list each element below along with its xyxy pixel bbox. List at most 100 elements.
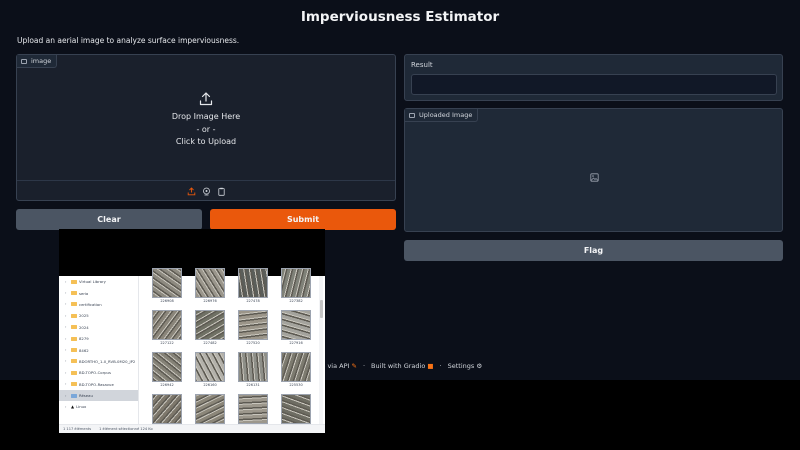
tree-item[interactable]: › 8462 [59,344,138,355]
uploaded-image-label: Uploaded Image [405,109,479,122]
aerial-thumbnail [195,268,225,298]
thumbnail-filename: 226131 [246,383,260,387]
image-placeholder-icon [590,167,599,182]
tree-item[interactable]: › BDORTHO_1-0_RVB-0M20_JP2 [59,356,138,367]
chevron-right-icon[interactable]: › [65,325,69,329]
folder-tree: › Virtual Library › seria › certification › 202… [59,276,139,424]
image-file-item[interactable]: 227382 [279,268,313,303]
aerial-thumbnail [152,352,182,382]
tree-item[interactable]: › 2025 [59,310,138,321]
aerial-thumbnail [152,268,182,298]
upload-arrow-icon [198,91,214,107]
file-browser-statusbar: 1 117 éléments 1 élément sélectionné 124… [59,424,325,433]
folder-icon [71,393,77,398]
folder-icon [71,336,77,341]
tree-item[interactable]: › certification [59,299,138,310]
uploaded-image-label-text: Uploaded Image [419,111,473,119]
image-upload-dropzone[interactable]: image Drop Image Here - or - Click to Up… [16,54,396,201]
chevron-right-icon[interactable]: › [65,302,69,306]
tree-item[interactable]: › BD-TOPO-Corpus [59,367,138,378]
chevron-right-icon[interactable]: › [65,359,69,363]
footer-separator: · [439,362,442,370]
image-input-label: image [17,55,58,68]
folder-icon [71,325,77,330]
tree-item[interactable]: › 8279 [59,333,138,344]
image-file-item[interactable]: 225530 [279,352,313,387]
upload-icon[interactable] [187,186,196,196]
aerial-thumbnail [238,394,268,424]
tree-item[interactable]: › seria [59,287,138,298]
chevron-right-icon[interactable]: › [65,371,69,375]
folder-icon [71,313,77,318]
folder-icon [71,370,77,375]
chevron-right-icon[interactable]: › [65,405,69,409]
chevron-right-icon[interactable]: › [65,280,69,284]
tree-item-label: BD-TOPO-Rasavue [79,381,114,387]
tree-item[interactable]: › Virtual Library [59,276,138,287]
page-subtitle: Upload an aerial image to analyze surfac… [17,36,240,45]
aerial-thumbnail [195,310,225,340]
thumbnail-filename: 226160 [203,383,217,387]
image-icon [21,58,27,64]
flag-button[interactable]: Flag [404,240,783,261]
image-file-item[interactable]: 227478 [236,268,270,303]
linux-icon: ▲ [71,404,75,410]
image-file-item[interactable]: 227520 [236,310,270,345]
thumbnail-grid: 226908 226976 227478 227382 227122 227482 2275… [143,268,317,429]
result-textbox[interactable] [411,74,777,95]
aerial-thumbnail [281,394,311,424]
uploaded-image-panel: Uploaded Image [404,108,783,232]
click-to-upload-text: Click to Upload [175,137,237,146]
chevron-right-icon[interactable]: › [65,394,69,398]
tree-item[interactable]: › ▲ Linux [59,401,138,412]
tree-item[interactable]: › BD-TOPO-Rasavue [59,379,138,390]
aerial-thumbnail [281,352,311,382]
thumbnail-filename: 225530 [289,383,303,387]
tree-item-label: certification [79,301,102,307]
selection-info: 1 élément sélectionné 124 Ko [99,427,153,431]
gear-icon: ⚙ [476,362,483,370]
folder-icon [71,382,77,387]
folder-icon [71,291,77,296]
clear-button[interactable]: Clear [16,209,202,230]
file-browser-overlay: › Virtual Library › seria › certification › 202… [59,229,325,433]
tree-item-label: 8462 [79,347,89,353]
chevron-right-icon[interactable]: › [65,382,69,386]
tree-item[interactable]: › Réseau [59,389,138,402]
image-file-item[interactable]: 227482 [193,310,227,345]
webcam-icon[interactable] [202,187,211,196]
tree-item[interactable]: › 2024 [59,322,138,333]
folder-icon [71,348,77,353]
thumbnail-filename: 227482 [203,341,217,345]
file-browser-scrollbar[interactable] [319,276,323,424]
image-file-item[interactable]: 227916 [279,310,313,345]
upload-source-toolbar [17,180,395,201]
drop-image-text: Drop Image Here [171,112,241,121]
chevron-right-icon[interactable]: › [65,337,69,341]
image-file-item[interactable]: 227122 [150,310,184,345]
image-file-item[interactable]: 226908 [150,268,184,303]
settings-link[interactable]: Settings ⚙ [448,362,483,370]
footer: se via API ✎ · Built with Gradio ■ · Set… [318,362,482,370]
tree-item-label: 2025 [79,313,89,319]
aerial-thumbnail [281,310,311,340]
aerial-thumbnail [238,268,268,298]
chevron-right-icon[interactable]: › [65,291,69,295]
scrollbar-thumb[interactable] [319,300,323,318]
image-file-item[interactable]: 226160 [193,352,227,387]
thumbnail-filename: 227122 [160,341,174,345]
folder-icon [71,302,77,307]
clipboard-icon[interactable] [217,187,226,196]
folder-icon [71,359,77,364]
folder-icon [71,279,77,284]
chevron-right-icon[interactable]: › [65,348,69,352]
upload-prompt[interactable]: Drop Image Here - or - Click to Upload [17,91,395,149]
image-file-item[interactable]: 226942 [150,352,184,387]
image-file-item[interactable]: 226976 [193,268,227,303]
thumbnail-filename: 227478 [246,299,260,303]
submit-button[interactable]: Submit [210,209,396,230]
chevron-right-icon[interactable]: › [65,314,69,318]
built-with-gradio-link[interactable]: Built with Gradio ■ [371,362,434,370]
or-text: - or - [196,124,216,134]
image-file-item[interactable]: 226131 [236,352,270,387]
